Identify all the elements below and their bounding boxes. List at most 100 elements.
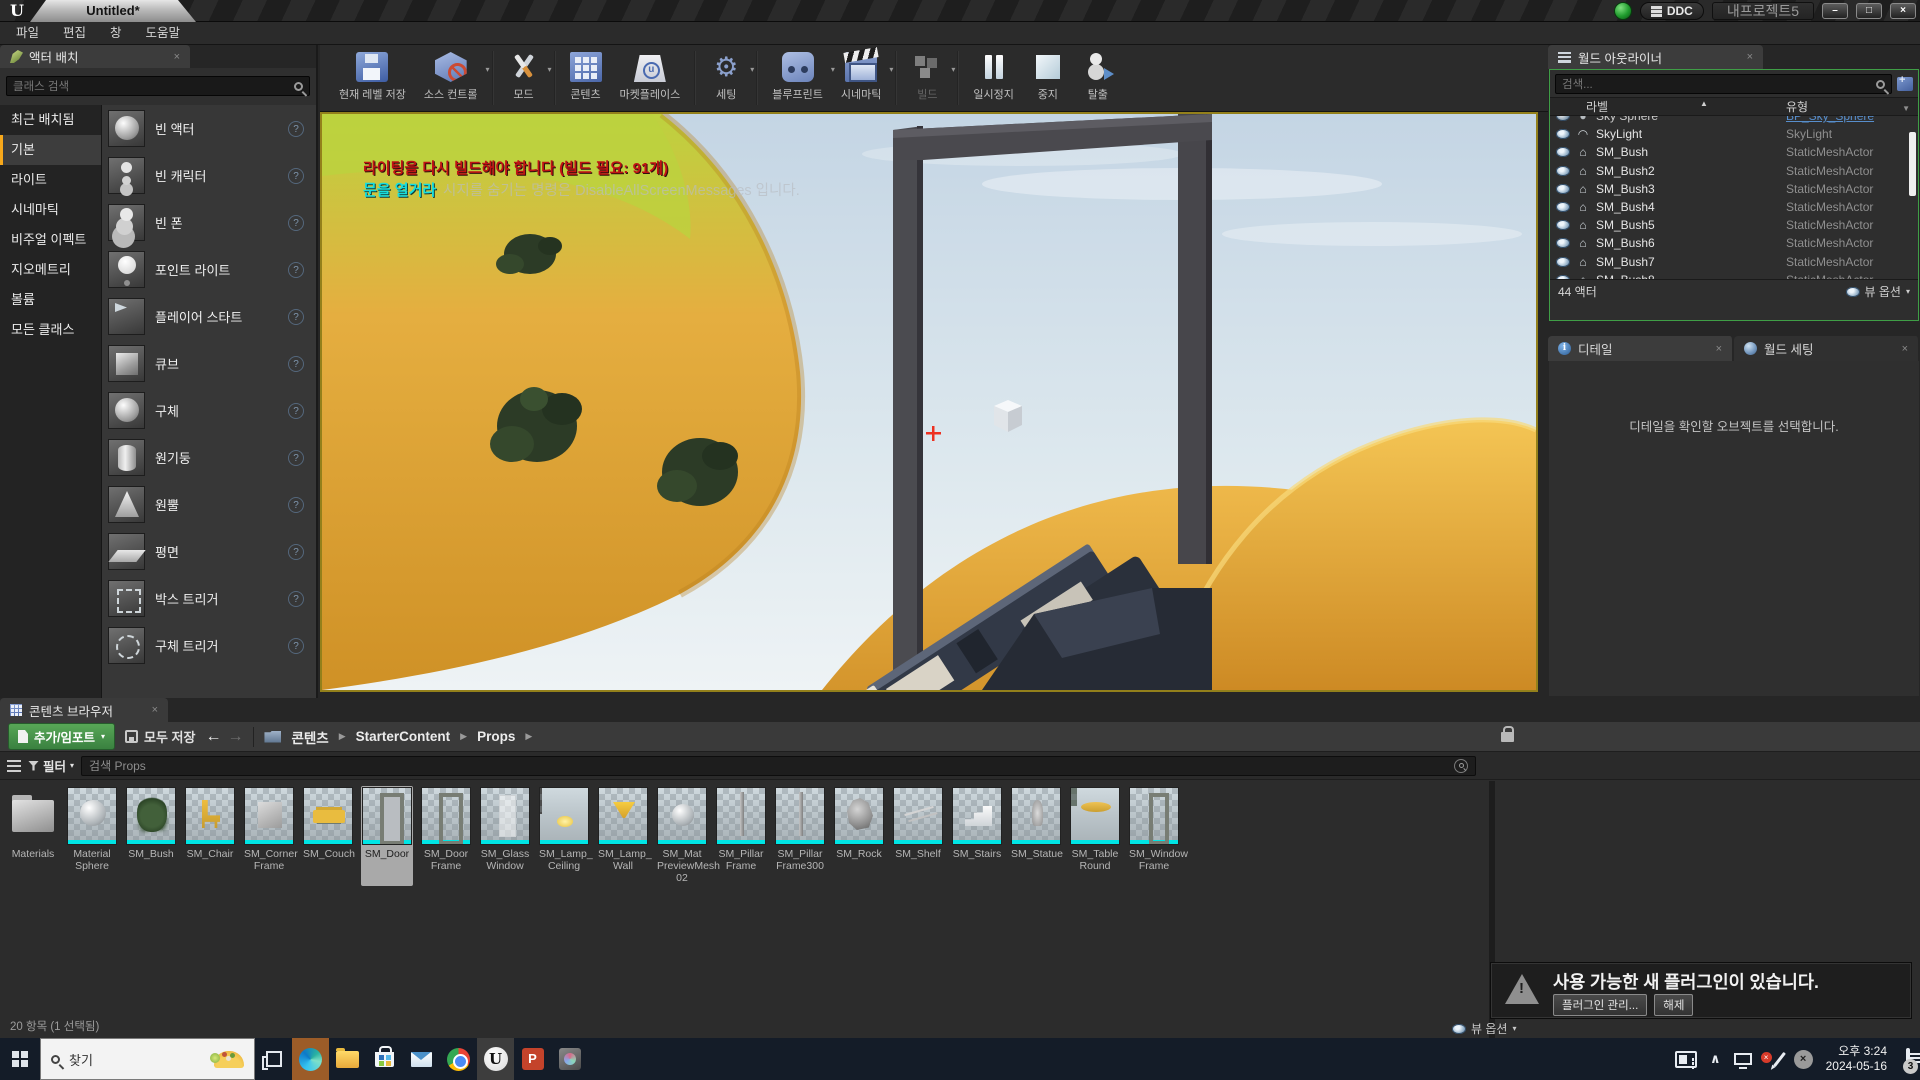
toolbar-blueprint-button[interactable]: ▾블루프린트 — [763, 45, 832, 111]
outliner-row[interactable]: ⌂SM_Bush4StaticMeshActor — [1550, 198, 1918, 216]
cb-view-options[interactable]: 뷰 옵션 ▾ — [1452, 1020, 1516, 1037]
help-icon[interactable]: ? — [288, 638, 304, 654]
asset-tile-sm_lamp_ceiling[interactable]: SM_Lamp_Ceiling — [538, 786, 590, 886]
asset-tile-sm_lamp_wall[interactable]: SM_Lamp_Wall — [597, 786, 649, 886]
hidden-icons-chevron[interactable]: ∧ — [1710, 1051, 1721, 1067]
category-최근 배치됨[interactable]: 최근 배치됨 — [0, 105, 101, 135]
outliner-row[interactable]: ⌂SM_Bush5StaticMeshActor — [1550, 216, 1918, 234]
category-지오메트리[interactable]: 지오메트리 — [0, 255, 101, 285]
taskbar-clock[interactable]: 오후 3:24 2024-05-16 — [1826, 1044, 1887, 1074]
help-icon[interactable]: ? — [288, 121, 304, 137]
taskbar-search[interactable]: 찾기 — [40, 1038, 255, 1080]
place-actor-item[interactable]: 구체 트리거? — [102, 622, 316, 669]
outliner-view-options[interactable]: 뷰 옵션 ▾ — [1846, 283, 1910, 300]
ddc-indicator[interactable]: DDC — [1640, 2, 1704, 20]
visibility-eye-icon[interactable] — [1556, 129, 1570, 139]
toolbar-save-button[interactable]: 현재 레벨 저장 — [330, 45, 415, 111]
toolbar-settings-button[interactable]: ▾세팅 — [701, 45, 751, 111]
toolbar-modes-button[interactable]: ▾모드 — [499, 45, 549, 111]
store-button[interactable] — [366, 1038, 403, 1080]
task-view-button[interactable] — [255, 1038, 292, 1080]
outliner-row[interactable]: ⌂SM_Bush3StaticMeshActor — [1550, 180, 1918, 198]
document-tab[interactable]: Untitled* — [30, 0, 196, 22]
actor-type[interactable]: BP_Sky_Sphere — [1786, 116, 1918, 123]
outliner-search-input[interactable]: 검색... — [1555, 74, 1892, 94]
outliner-row[interactable]: ⌂SM_Bush2StaticMeshActor — [1550, 162, 1918, 180]
place-actor-item[interactable]: 박스 트리거? — [102, 575, 316, 622]
column-label[interactable]: 라벨 — [1550, 98, 1786, 115]
file-explorer-button[interactable] — [329, 1038, 366, 1080]
menu-item[interactable]: 파일 — [4, 22, 51, 44]
toolbar-content-button[interactable]: 콘텐츠 — [561, 45, 611, 111]
widgets-icon[interactable] — [1675, 1051, 1697, 1068]
dismiss-button[interactable]: 해제 — [1654, 994, 1693, 1016]
toolbar-source-button[interactable]: ▾소스 컨트롤 — [415, 45, 487, 111]
forward-button[interactable]: → — [227, 728, 243, 746]
breadcrumb-item[interactable]: Props — [477, 729, 515, 744]
visibility-eye-icon[interactable] — [1556, 275, 1570, 279]
tab-place-actors[interactable]: 액터 배치 × — [0, 45, 190, 68]
close-icon[interactable]: × — [1747, 51, 1753, 63]
help-icon[interactable]: ? — [288, 544, 304, 560]
asset-search-input[interactable]: 검색 Props — [81, 756, 1476, 776]
asset-tile-sm_pillarframe300[interactable]: SM_PillarFrame300 — [774, 786, 826, 886]
lock-icon[interactable] — [1501, 732, 1514, 742]
close-button[interactable]: × — [1890, 3, 1916, 19]
category-기본[interactable]: 기본 — [0, 135, 101, 165]
menu-item[interactable]: 편집 — [51, 22, 98, 44]
toolbar-pause-button[interactable]: 일시정지 — [964, 45, 1022, 111]
category-볼륨[interactable]: 볼륨 — [0, 285, 101, 315]
visibility-eye-icon[interactable] — [1556, 202, 1570, 212]
place-actor-item[interactable]: 구체? — [102, 387, 316, 434]
place-actor-item[interactable]: 큐브? — [102, 340, 316, 387]
asset-tile-sm_cornerframe[interactable]: SM_CornerFrame — [243, 786, 295, 886]
tab-content-browser[interactable]: 콘텐츠 브라우저 × — [0, 698, 168, 722]
column-type[interactable]: 유형 — [1786, 98, 1918, 115]
asset-tile-materialsphere[interactable]: MaterialSphere — [66, 786, 118, 886]
breadcrumb-item[interactable]: StarterContent — [356, 729, 451, 744]
chevron-down-icon[interactable]: ▾ — [951, 65, 955, 74]
place-actor-item[interactable]: 빈 캐릭터? — [102, 152, 316, 199]
minimize-button[interactable]: – — [1822, 3, 1848, 19]
outliner-row[interactable]: ⌂SM_BushStaticMeshActor — [1550, 143, 1918, 161]
toolbar-stop-button[interactable]: 중지 — [1023, 45, 1073, 111]
sync-paused-icon[interactable]: × — [1794, 1050, 1813, 1069]
asset-tile-sm_shelf[interactable]: SM_Shelf — [892, 786, 944, 886]
outliner-row[interactable]: ⌂SM_Bush7StaticMeshActor — [1550, 253, 1918, 271]
help-icon[interactable]: ? — [288, 356, 304, 372]
help-icon[interactable]: ? — [288, 403, 304, 419]
place-actor-item[interactable]: 원뿔? — [102, 481, 316, 528]
help-icon[interactable]: ? — [288, 309, 304, 325]
category-비주얼 이펙트[interactable]: 비주얼 이펙트 — [0, 225, 101, 255]
sources-panel-icon[interactable] — [7, 760, 21, 772]
close-icon[interactable]: × — [152, 704, 158, 716]
toolbar-eject-button[interactable]: 탈출 — [1073, 45, 1123, 111]
breadcrumb-item[interactable]: 콘텐츠 — [291, 727, 328, 747]
asset-tile-sm_rock[interactable]: SM_Rock — [833, 786, 885, 886]
outliner-row[interactable]: ⌂SM_Bush8StaticMeshActor — [1550, 271, 1918, 279]
game-viewport[interactable]: 라이팅을 다시 빌드해야 합니다 (빌드 필요: 91개) 시지를 숨기는 명령… — [320, 112, 1538, 692]
unreal-engine-button[interactable]: U — [477, 1038, 514, 1080]
visibility-eye-icon[interactable] — [1556, 238, 1570, 248]
category-시네마틱[interactable]: 시네마틱 — [0, 195, 101, 225]
chrome-button[interactable] — [440, 1038, 477, 1080]
chevron-down-icon[interactable]: ▾ — [485, 65, 489, 74]
tab-details[interactable]: i 디테일 × — [1548, 336, 1734, 361]
chevron-down-icon[interactable]: ▾ — [889, 65, 893, 74]
asset-tile-sm_stairs[interactable]: SM_Stairs — [951, 786, 1003, 886]
help-icon[interactable]: ? — [288, 497, 304, 513]
asset-tile-sm_statue[interactable]: SM_Statue — [1010, 786, 1062, 886]
close-icon[interactable]: × — [1902, 343, 1908, 355]
visibility-eye-icon[interactable] — [1556, 257, 1570, 267]
tab-world-outliner[interactable]: 월드 아웃라이너 × — [1548, 45, 1763, 69]
visibility-eye-icon[interactable] — [1556, 166, 1570, 176]
outliner-header[interactable]: 라벨 ▲ 유형 ▼ — [1550, 97, 1918, 116]
asset-tile-sm_doorframe[interactable]: SM_DoorFrame — [420, 786, 472, 886]
help-icon[interactable]: ? — [288, 215, 304, 231]
close-icon[interactable]: × — [174, 51, 180, 63]
place-actor-item[interactable]: 플레이어 스타트? — [102, 293, 316, 340]
visibility-eye-icon[interactable] — [1556, 220, 1570, 230]
chevron-down-icon[interactable]: ▾ — [547, 65, 551, 74]
back-button[interactable]: ← — [205, 728, 221, 746]
toolbar-cinematics-button[interactable]: ▾시네마틱 — [832, 45, 890, 111]
